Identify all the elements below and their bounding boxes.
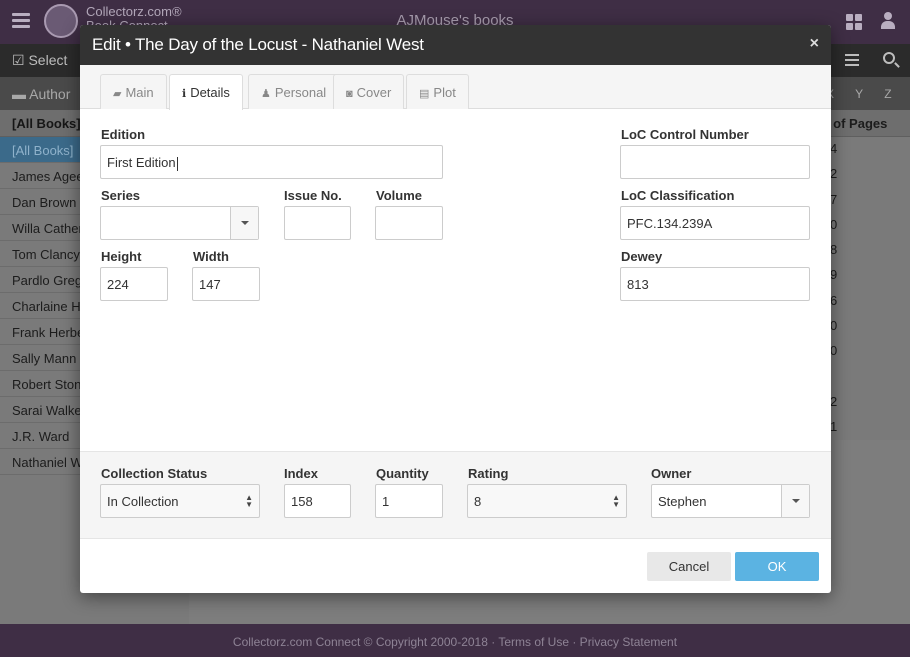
pages-cell: 0 xyxy=(830,216,838,232)
collection-section: Collection Status In Collection ▲ ▼ Index… xyxy=(80,451,831,539)
collection-status-label: Collection Status xyxy=(101,466,208,481)
width-label: Width xyxy=(193,249,229,264)
series-label: Series xyxy=(101,188,141,203)
edition-label: Edition xyxy=(101,127,146,142)
author-label: Author xyxy=(29,86,71,102)
grid-view-icon[interactable] xyxy=(846,14,862,30)
pages-column: o. of Pages 4 2 7 0 8 9 6 0 0 2 1 xyxy=(818,110,910,440)
tab-label: Main xyxy=(125,85,154,100)
series-dropdown[interactable] xyxy=(100,206,259,240)
book-icon: ▰ xyxy=(113,88,122,100)
width-field[interactable]: 147 xyxy=(192,267,260,301)
tab-personal[interactable]: ♟ Personal xyxy=(248,74,340,109)
pages-cell xyxy=(818,365,910,390)
text-cursor xyxy=(176,156,178,171)
footer: Collectorz.com Connect © Copyright 2000-… xyxy=(0,624,910,657)
select-label: Select xyxy=(28,52,68,68)
index-label: Index xyxy=(284,466,318,481)
chevron-down-icon[interactable] xyxy=(781,485,809,517)
pages-cell: 6 xyxy=(830,292,838,308)
edit-dialog: Edit • The Day of the Locust - Nathaniel… xyxy=(80,25,831,593)
pages-cell: 0 xyxy=(830,343,838,359)
rating-label: Rating xyxy=(468,466,509,481)
select-button[interactable]: ☑ Select xyxy=(12,52,67,69)
pages-cell: 9 xyxy=(830,267,838,283)
quantity-label: Quantity xyxy=(376,466,429,481)
owner-label: Owner xyxy=(651,466,692,481)
tab-bar: ▰ Main ℹ Details ♟ Personal ◙ Cover ▤ Plot xyxy=(80,65,831,110)
dialog-title: Edit • The Day of the Locust - Nathaniel… xyxy=(92,35,424,54)
quantity-field[interactable]: 1 xyxy=(375,484,443,518)
dialog-header: Edit • The Day of the Locust - Nathaniel… xyxy=(80,25,831,65)
list-menu-icon[interactable] xyxy=(845,54,859,69)
pages-cell: 2 xyxy=(830,166,838,182)
issue-no-label: Issue No. xyxy=(284,188,342,203)
user-icon: ♟ xyxy=(261,88,271,100)
pages-cell: 1 xyxy=(830,419,838,435)
loc-control-label: LoC Control Number xyxy=(621,127,749,142)
tab-label: Personal xyxy=(274,85,327,100)
dewey-field[interactable]: 813 xyxy=(620,267,810,301)
tab-plot[interactable]: ▤ Plot xyxy=(406,74,469,109)
file-icon: ▤ xyxy=(419,88,430,100)
pages-cell: 0 xyxy=(830,318,838,334)
pages-cell: 4 xyxy=(830,141,838,156)
tab-details[interactable]: ℹ Details xyxy=(169,74,243,110)
account-icon[interactable] xyxy=(880,12,896,30)
height-label: Height xyxy=(101,249,142,264)
pages-cell: 7 xyxy=(830,191,838,207)
loc-classification-field[interactable]: PFC.134.239A xyxy=(620,206,810,240)
collection-status-value: In Collection xyxy=(107,494,179,509)
pages-cell: 8 xyxy=(830,242,838,258)
tab-cover[interactable]: ◙ Cover xyxy=(333,74,405,109)
select-arrows-icon: ▲ ▼ xyxy=(245,493,253,509)
pages-column-header[interactable]: o. of Pages xyxy=(818,110,910,137)
cancel-button[interactable]: Cancel xyxy=(647,552,731,581)
edition-field[interactable]: First Edition xyxy=(100,145,443,179)
info-icon: ℹ xyxy=(182,88,187,100)
search-icon[interactable] xyxy=(883,52,895,64)
chevron-down-icon[interactable] xyxy=(230,207,258,239)
tab-main[interactable]: ▰ Main xyxy=(100,74,167,109)
ok-button[interactable]: OK xyxy=(735,552,819,581)
index-field[interactable]: 158 xyxy=(284,484,351,518)
pages-cell: 2 xyxy=(830,393,838,409)
volume-label: Volume xyxy=(376,188,422,203)
camera-icon: ◙ xyxy=(346,88,353,100)
tab-label: Details xyxy=(190,85,230,100)
owner-dropdown[interactable]: Stephen xyxy=(651,484,810,518)
loc-control-field[interactable] xyxy=(620,145,810,179)
tab-label: Cover xyxy=(356,85,392,100)
author-folder-button[interactable]: ▬ Author xyxy=(12,86,70,102)
select-arrows-icon: ▲ ▼ xyxy=(612,493,620,509)
tab-label: Plot xyxy=(433,85,456,100)
dewey-label: Dewey xyxy=(621,249,663,264)
issue-no-field[interactable] xyxy=(284,206,351,240)
volume-field[interactable] xyxy=(375,206,443,240)
rating-value: 8 xyxy=(474,494,482,509)
letter-index[interactable]: X Y Z xyxy=(826,87,892,101)
owner-value: Stephen xyxy=(658,494,707,509)
loc-classification-label: LoC Classification xyxy=(621,188,735,203)
collection-status-select[interactable]: In Collection ▲ ▼ xyxy=(100,484,260,518)
rating-select[interactable]: 8 ▲ ▼ xyxy=(467,484,627,518)
close-icon[interactable]: × xyxy=(810,35,819,53)
edition-value: First Edition xyxy=(107,155,176,170)
height-field[interactable]: 224 xyxy=(100,267,168,301)
